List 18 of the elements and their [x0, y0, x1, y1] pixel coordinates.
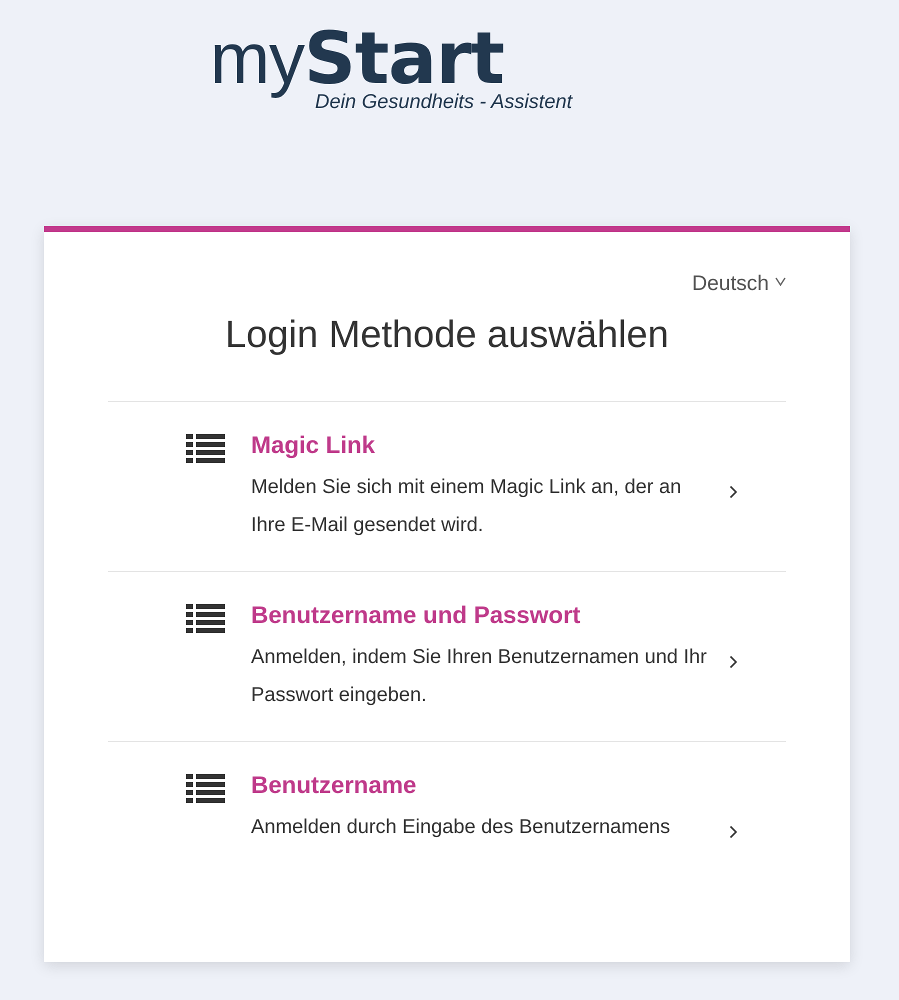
list-icon	[186, 774, 225, 804]
list-icon	[186, 604, 225, 634]
list-icon	[186, 434, 225, 464]
login-method-item[interactable]: Magic Link Melden Sie sich mit einem Magic Link an, der an Ihre E-Mail gesendet wird.	[108, 401, 786, 571]
method-title: Benutzername	[251, 772, 418, 800]
method-title: Magic Link	[251, 432, 376, 460]
method-description: Anmelden, indem Sie Ihren Benutzernamen und Ihr Passwort eingeben.	[251, 645, 708, 708]
chevron-right-icon	[729, 655, 738, 669]
language-selector[interactable]: Deutsch	[692, 272, 786, 296]
method-title: Benutzername und Passwort	[251, 602, 582, 630]
chevron-right-icon	[729, 485, 738, 499]
login-method-item[interactable]: Benutzername und Passwort Anmelden, indem Sie Ihren Benutzernamen und Ihr Passwort eingeben.	[108, 571, 786, 741]
method-description: Anmelden durch Eingabe des Benutzernamens	[251, 815, 672, 840]
chevron-right-icon	[729, 825, 738, 839]
page-title: Login Methode auswählen	[225, 314, 669, 357]
method-description: Melden Sie sich mit einem Magic Link an, der an Ihre E-Mail gesendet wird.	[251, 475, 682, 538]
login-method-item[interactable]: Benutzername Anmelden durch Eingabe des Benutzernamens	[108, 741, 786, 911]
chevron-down-icon	[775, 276, 786, 286]
